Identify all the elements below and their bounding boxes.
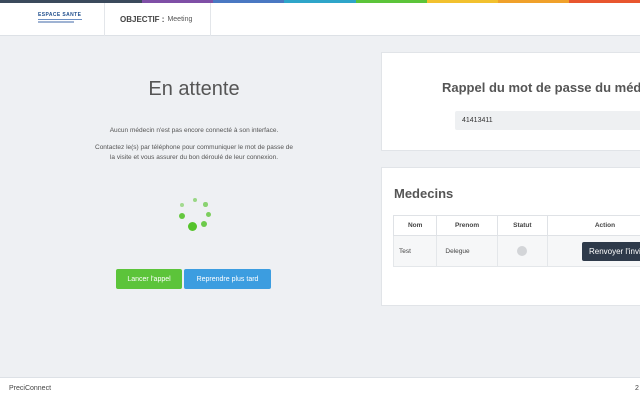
top-bar: ESPACE SANTE OBJECTIF : Meeting [0,3,640,36]
waiting-panel: En attente Aucun médecin n'est pas encor… [0,36,372,377]
objectif-value: Meeting [167,16,193,23]
medecins-card: Medecins Nom Prenom Statut Action Test D… [381,167,640,306]
waiting-message: Aucun médecin n'est pas encore connecté … [109,127,279,134]
spinner-dot [201,221,207,227]
spinner-dot [188,222,197,231]
footer-brand: PreciConnect [9,385,52,392]
spinner-dot [179,213,185,219]
medecins-table: Nom Prenom Statut Action Test Delegue Re… [392,215,640,267]
logo-mark: ESPACE SANTE [38,12,82,27]
cell-nom: Test [392,235,438,267]
cell-statut [496,235,548,267]
column-header-action: Action [546,215,640,236]
footer: PreciConnect 2 [0,377,640,400]
password-reminder-title: Rappel du mot de passe du médecin [442,80,640,95]
column-header-nom: Nom [392,215,438,236]
offline-status-icon [517,246,528,256]
cell-action: Renvoyer l'invitation [546,235,640,267]
column-header-statut: Statut [496,215,548,236]
logo-rule [38,19,82,20]
spinner-dot [180,203,184,207]
spinner-dot [203,202,208,207]
logo-text: ESPACE SANTE [38,12,82,18]
medecins-title: Medecins [394,186,454,201]
resume-later-button[interactable]: Reprendre plus tard [184,269,271,289]
loading-spinner-icon [176,196,212,232]
objectif-indicator: OBJECTIF : Meeting [105,3,211,36]
cell-prenom: Delegue [436,235,498,267]
password-field[interactable] [455,111,640,130]
call-button[interactable]: Lancer l'appel [116,269,182,289]
objectif-label: OBJECTIF : [120,15,165,24]
resend-invitation-button[interactable]: Renvoyer l'invitation [581,241,640,261]
spinner-dot [193,198,197,202]
table-header-row: Nom Prenom Statut Action [392,215,640,236]
logo[interactable]: ESPACE SANTE [0,3,105,36]
column-header-prenom: Prenom [436,215,498,236]
footer-right-text: 2 [635,385,639,392]
password-reminder-card: Rappel du mot de passe du médecin [381,52,640,151]
logo-tagline-mark [38,21,74,23]
waiting-instructions: Contactez le(s) par téléphone pour commu… [95,144,293,161]
spinner-dot [206,212,211,217]
table-row: Test Delegue Renvoyer l'invitation [392,235,640,267]
waiting-title: En attente [148,78,240,100]
